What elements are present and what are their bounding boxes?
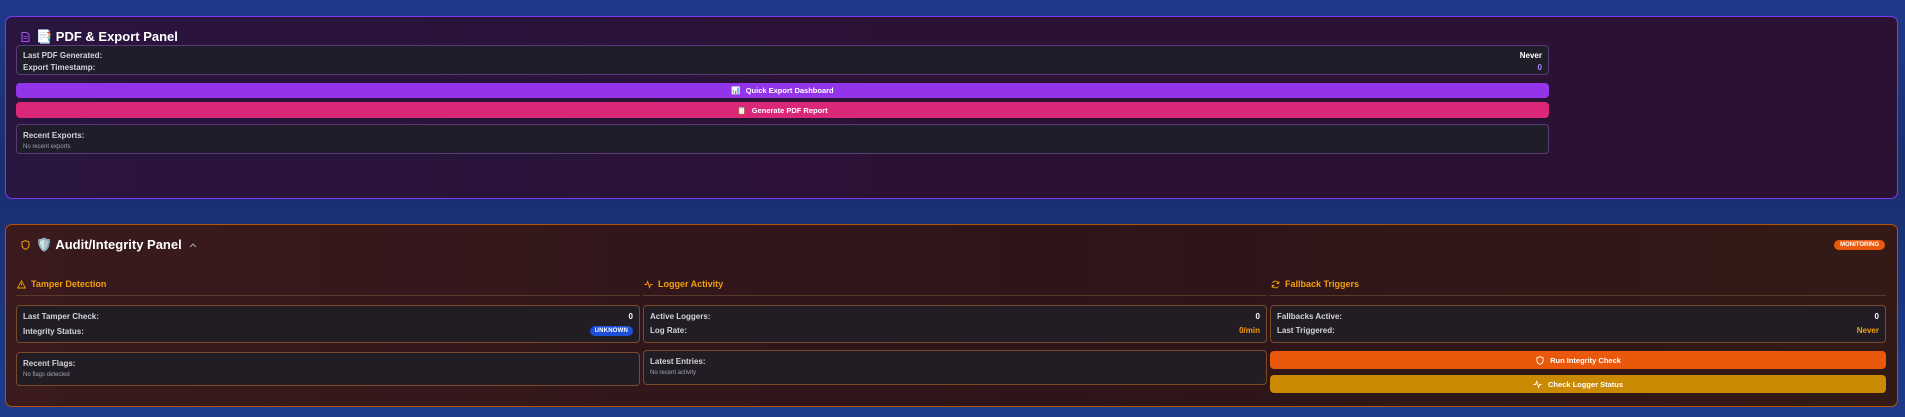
log-rate-row: Log Rate: 0/min xyxy=(650,326,1260,335)
active-loggers-row: Active Loggers: 0 xyxy=(650,312,1260,321)
pdf-panel-title: 📑 PDF & Export Panel xyxy=(36,29,178,44)
warning-icon xyxy=(16,279,26,289)
check-logger-status-label: Check Logger Status xyxy=(1547,379,1623,389)
recent-flags-label: Recent Flags: xyxy=(23,359,76,368)
fallback-divider xyxy=(1270,295,1886,296)
shield-icon xyxy=(20,240,30,250)
refresh-icon xyxy=(1270,279,1280,289)
fallbacks-active-label: Fallbacks Active: xyxy=(1277,312,1343,321)
clipboard-icon: 📋 xyxy=(737,105,747,115)
pdf-panel-title-wrap: 📑 PDF & Export Panel xyxy=(20,29,178,45)
fallback-heading: Fallback Triggers xyxy=(1285,279,1360,289)
tamper-stats-box: Last Tamper Check: 0 Integrity Status: U… xyxy=(16,305,640,343)
log-rate-label: Log Rate: xyxy=(650,326,687,335)
recent-exports-row: Recent Exports: xyxy=(23,131,1542,140)
audit-integrity-panel: 🛡️ Audit/Integrity Panel MONITORING Tamp… xyxy=(5,224,1898,407)
generate-pdf-button[interactable]: 📋 Generate PDF Report xyxy=(16,102,1549,118)
quick-export-label: Quick Export Dashboard xyxy=(745,86,834,95)
logger-stats-box: Active Loggers: 0 Log Rate: 0/min xyxy=(643,305,1267,343)
pdf-stats-box: Last PDF Generated: Never Export Timesta… xyxy=(16,45,1549,75)
latest-entries-box: Latest Entries: No recent activity xyxy=(643,350,1267,385)
activity-icon xyxy=(643,279,653,289)
monitoring-badge: MONITORING xyxy=(1834,240,1885,250)
check-logger-status-button[interactable]: Check Logger Status xyxy=(1270,375,1886,393)
run-integrity-check-label: Run Integrity Check xyxy=(1550,355,1621,365)
tamper-heading: Tamper Detection xyxy=(31,279,107,289)
recent-exports-box: Recent Exports: No recent exports xyxy=(16,124,1549,154)
audit-panel-title-wrap: 🛡️ Audit/Integrity Panel xyxy=(20,237,198,253)
quick-export-button[interactable]: 📊 Quick Export Dashboard xyxy=(16,83,1549,98)
recent-flags-box: Recent Flags: No flags detected xyxy=(16,352,640,386)
logger-heading-wrap: Logger Activity xyxy=(643,279,723,289)
tamper-heading-wrap: Tamper Detection xyxy=(16,279,106,289)
last-tamper-row: Last Tamper Check: 0 xyxy=(23,312,633,321)
run-integrity-check-button[interactable]: Run Integrity Check xyxy=(1270,351,1886,369)
last-pdf-row: Last PDF Generated: Never xyxy=(23,51,1542,60)
last-triggered-row: Last Triggered: Never xyxy=(1277,326,1879,335)
fallbacks-active-value: 0 xyxy=(1874,312,1879,321)
last-tamper-value: 0 xyxy=(628,312,633,321)
latest-entries-empty: No recent activity xyxy=(650,370,697,376)
pdf-export-panel: 📑 PDF & Export Panel Last PDF Generated:… xyxy=(5,16,1898,199)
integrity-row: Integrity Status: UNKNOWN xyxy=(23,326,633,336)
shield-icon xyxy=(1535,355,1545,365)
last-pdf-value: Never xyxy=(1519,51,1542,60)
logger-heading: Logger Activity xyxy=(658,279,724,289)
last-pdf-label: Last PDF Generated: xyxy=(23,51,103,60)
recent-exports-label: Recent Exports: xyxy=(23,131,85,140)
active-loggers-label: Active Loggers: xyxy=(650,312,711,321)
recent-flags-empty: No flags detected xyxy=(23,372,70,378)
log-rate-value: 0/min xyxy=(1239,326,1260,335)
export-timestamp-label: Export Timestamp: xyxy=(23,63,96,72)
chart-icon: 📊 xyxy=(731,86,741,95)
recent-flags-row: Recent Flags: xyxy=(23,359,633,368)
latest-entries-row: Latest Entries: xyxy=(650,357,1260,366)
export-timestamp-value: 0 xyxy=(1537,63,1542,72)
integrity-status-badge: UNKNOWN xyxy=(589,326,633,336)
tamper-divider xyxy=(16,295,640,296)
chevron-up-icon[interactable] xyxy=(188,240,198,250)
latest-entries-label: Latest Entries: xyxy=(650,357,706,366)
last-tamper-label: Last Tamper Check: xyxy=(23,312,99,321)
fallbacks-active-row: Fallbacks Active: 0 xyxy=(1277,312,1879,321)
document-icon xyxy=(20,32,30,42)
integrity-label: Integrity Status: xyxy=(23,326,84,336)
last-triggered-label: Last Triggered: xyxy=(1277,326,1335,335)
active-loggers-value: 0 xyxy=(1255,312,1260,321)
recent-exports-empty: No recent exports xyxy=(23,144,71,150)
activity-icon xyxy=(1533,379,1543,389)
generate-pdf-label: Generate PDF Report xyxy=(751,105,828,115)
last-triggered-value: Never xyxy=(1856,326,1879,335)
export-timestamp-row: Export Timestamp: 0 xyxy=(23,63,1542,72)
fallback-stats-box: Fallbacks Active: 0 Last Triggered: Neve… xyxy=(1270,305,1886,343)
audit-panel-title: 🛡️ Audit/Integrity Panel xyxy=(36,237,182,252)
fallback-heading-wrap: Fallback Triggers xyxy=(1270,279,1359,289)
logger-divider xyxy=(643,295,1267,296)
